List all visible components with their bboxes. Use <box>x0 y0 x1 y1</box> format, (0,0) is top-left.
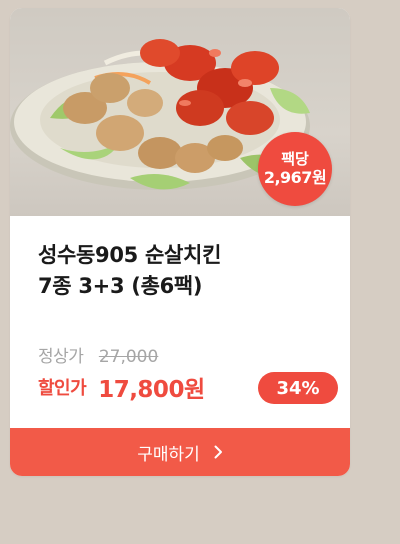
product-title[interactable]: 성수동905 순살치킨 7종 3+3 (총6팩) <box>38 240 338 302</box>
regular-price: 27,000 <box>98 347 159 367</box>
buy-button-label: 구매하기 <box>137 444 200 465</box>
buy-button[interactable]: 구매하기 <box>10 428 350 476</box>
badge-price: 2,967원 <box>263 168 327 188</box>
sale-price: 17,800원 <box>98 377 205 403</box>
product-card[interactable]: 팩당 2,967원 성수동905 순살치킨 7종 3+3 (총6팩) 정상가 2… <box>10 8 350 476</box>
product-title-line2: 7종 3+3 (총6팩) <box>38 274 203 298</box>
badge-label: 팩당 <box>281 150 309 169</box>
product-image[interactable]: 팩당 2,967원 <box>10 8 350 216</box>
price-per-pack-badge: 팩당 2,967원 <box>258 132 332 206</box>
regular-price-row: 정상가 27,000 <box>38 342 158 367</box>
discount-badge: 34% <box>258 372 338 404</box>
sale-price-label: 할인가 <box>38 378 87 399</box>
regular-price-label: 정상가 <box>38 347 84 367</box>
sale-price-row: 할인가 17,800원 <box>38 370 205 404</box>
product-title-line1: 성수동905 순살치킨 <box>38 243 222 267</box>
chevron-right-icon <box>214 445 222 459</box>
